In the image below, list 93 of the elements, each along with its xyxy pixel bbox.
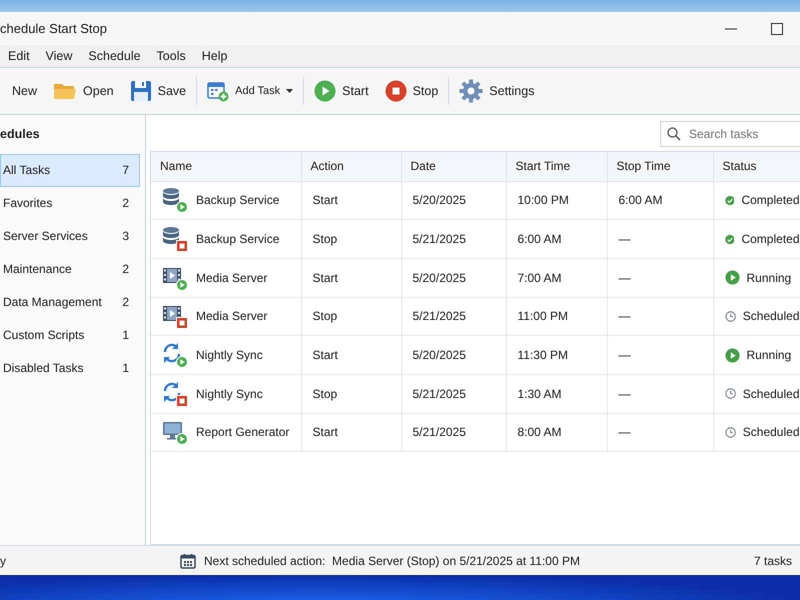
folder-icon <box>53 81 78 101</box>
table-cell: Start <box>301 258 401 298</box>
status-label: Completed <box>741 231 800 248</box>
clock-icon <box>724 308 736 324</box>
column-header[interactable]: Name <box>151 152 301 181</box>
sync-stop-icon <box>162 380 188 407</box>
gear-icon <box>459 79 484 103</box>
menu-item[interactable]: View <box>38 46 80 66</box>
table-cell: 1:30 AM <box>506 374 607 414</box>
table-cell: — <box>607 258 713 298</box>
stop-circle-icon <box>384 80 407 102</box>
play-circle-icon <box>314 80 336 102</box>
sidebar-item[interactable]: Custom Scripts 1 <box>0 318 140 352</box>
status-text: y <box>0 552 6 570</box>
column-header[interactable]: Action <box>301 152 401 181</box>
column-header[interactable]: Stop Time <box>607 152 713 181</box>
table-cell: 5/20/2025 <box>401 181 506 220</box>
column-header[interactable]: Date <box>401 152 506 181</box>
table-cell: 8:00 AM <box>506 413 607 452</box>
table-cell: 7:00 AM <box>506 258 607 298</box>
clock-icon <box>724 386 736 402</box>
status-message: Next scheduled action: Media Server (Stop) on 5/21/2025 at 11:00 PM <box>204 552 580 570</box>
search-field[interactable]: Search tasks <box>660 121 800 147</box>
table-cell: — <box>607 336 713 374</box>
maximize-icon <box>771 22 783 34</box>
stop-button[interactable]: Stop <box>376 76 446 106</box>
table-cell: Start <box>301 181 401 220</box>
task-name: Backup Service <box>196 192 280 210</box>
calendar-plus-icon <box>207 80 230 102</box>
task-name: Report Generator <box>196 424 290 442</box>
minimize-icon <box>725 28 737 30</box>
settings-button[interactable]: Settings <box>451 75 542 107</box>
new-button[interactable]: New <box>4 78 46 104</box>
start-button[interactable]: Start <box>306 76 377 106</box>
sidebar-item[interactable]: Maintenance 2 <box>0 252 140 286</box>
sidebar-item[interactable]: All Tasks 7 <box>0 154 140 187</box>
table-cell: Start <box>301 336 401 374</box>
status-label: Scheduled <box>742 308 800 326</box>
menu-item[interactable]: Edit <box>0 46 38 66</box>
table-cell: Start <box>301 413 401 452</box>
menu-item[interactable]: Schedule <box>80 46 149 66</box>
menu-item[interactable]: Tools <box>148 46 194 66</box>
status-label: Running <box>746 347 792 364</box>
table-cell: 5/21/2025 <box>401 297 506 336</box>
save-button[interactable]: Save <box>122 76 194 106</box>
table-cell: Stop <box>301 374 401 414</box>
table-cell: 5/21/2025 <box>401 374 506 414</box>
table-cell: 6:00 AM <box>506 220 607 258</box>
play-circle-icon <box>724 270 740 286</box>
calendar-icon <box>180 552 196 568</box>
table-cell: 10:00 PM <box>506 181 607 220</box>
table-cell: Stop <box>301 297 401 336</box>
status-label: Scheduled <box>742 386 800 403</box>
table-cell: — <box>607 220 713 258</box>
table-cell: — <box>607 374 713 414</box>
table-cell: 5/20/2025 <box>401 258 506 298</box>
database-stop-icon <box>162 226 188 252</box>
database-start-icon <box>162 187 188 214</box>
table-cell: — <box>607 413 713 452</box>
clock-icon <box>724 424 736 440</box>
menu-item[interactable]: Help <box>194 46 236 66</box>
film-stop-icon <box>162 303 188 330</box>
task-name: Backup Service <box>196 231 280 248</box>
table-cell: 11:00 PM <box>506 297 607 336</box>
table-cell: 5/21/2025 <box>401 220 506 258</box>
play-circle-icon <box>724 348 740 363</box>
add-button[interactable]: Add Task <box>199 76 302 106</box>
sync-start-icon <box>162 342 188 368</box>
status-label: Scheduled <box>742 424 800 442</box>
open-button[interactable]: Open <box>45 77 122 105</box>
task-name: Nightly Sync <box>196 347 263 364</box>
task-name: Media Server <box>196 270 268 287</box>
table-cell: 6:00 AM <box>607 181 713 220</box>
sidebar-item[interactable]: Favorites 2 <box>0 186 140 220</box>
task-count: 7 tasks <box>754 552 793 570</box>
sidebar-item[interactable]: Data Management 2 <box>0 286 140 319</box>
table-cell: 5/21/2025 <box>401 413 506 452</box>
table-cell: — <box>607 297 713 336</box>
table-cell: Stop <box>301 220 401 258</box>
search-icon <box>667 127 681 141</box>
task-name: Media Server <box>196 308 268 326</box>
monitor-start-icon <box>162 419 188 446</box>
table-cell: 5/20/2025 <box>401 336 506 374</box>
window-title: chedule Start Stop <box>0 20 108 38</box>
status-label: Completed <box>741 192 800 210</box>
column-header[interactable]: Status <box>713 152 800 181</box>
sidebar-item[interactable]: Server Services 3 <box>0 220 140 253</box>
sidebar-item[interactable]: Disabled Tasks 1 <box>0 352 140 385</box>
column-header[interactable]: Start Time <box>506 152 607 181</box>
table-cell: 11:30 PM <box>506 336 607 374</box>
sidebar-title: edules <box>0 126 41 143</box>
task-name: Nightly Sync <box>196 386 263 403</box>
status-label: Running <box>746 270 792 287</box>
